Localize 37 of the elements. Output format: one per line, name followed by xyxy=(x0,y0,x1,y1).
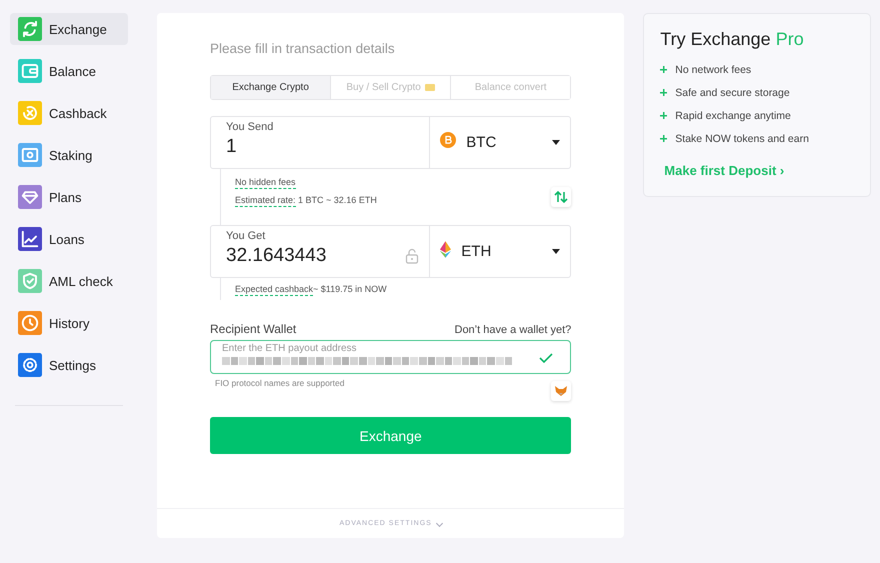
sidebar-item[interactable]: History xyxy=(10,307,128,339)
swap-button[interactable] xyxy=(551,187,572,207)
plus-icon xyxy=(660,135,668,142)
plus-icon xyxy=(660,89,668,96)
currency-dropdown[interactable]: BTC xyxy=(430,117,570,168)
hint-text: FIO protocol names are supported xyxy=(215,378,344,388)
sidebar-item[interactable]: Loans xyxy=(10,223,128,255)
fox-button[interactable] xyxy=(551,381,572,401)
form-heading: Please fill in transaction details xyxy=(210,41,396,56)
send-amount-field[interactable]: You Send 1 xyxy=(211,117,430,168)
currency-dropdown[interactable]: ETH xyxy=(430,226,570,277)
sidebar-item[interactable]: Staking xyxy=(10,139,128,171)
sidebar-item[interactable]: Settings xyxy=(10,349,128,381)
plus-icon xyxy=(660,66,668,73)
sidebar-item[interactable]: Plans xyxy=(10,181,128,213)
caret-icon xyxy=(552,140,560,145)
sidebar-item[interactable]: AML check xyxy=(10,265,128,297)
get-amount-field[interactable]: You Get 32.1643443 xyxy=(211,226,430,277)
feature-text: Stake NOW tokens and earn xyxy=(675,132,809,144)
feature-text: Safe and secure storage xyxy=(675,86,790,98)
sidebar-item[interactable]: Balance xyxy=(10,55,128,87)
wallet-link[interactable]: Don’t have a wallet yet? xyxy=(454,324,572,336)
promo-title: Try Exchange Pro xyxy=(660,29,805,50)
fox-icon xyxy=(554,385,568,397)
swap-icon xyxy=(554,191,568,203)
info-text: No hidden fees xyxy=(235,177,297,187)
sidebar-item[interactable]: Cashback xyxy=(10,97,128,129)
field-label: Recipient Wallet xyxy=(210,322,296,336)
card-icon xyxy=(424,84,435,91)
plus-icon xyxy=(660,112,668,119)
feature-text: No network fees xyxy=(675,64,752,76)
tab[interactable]: Exchange Crypto xyxy=(211,76,332,99)
cashback-text: Expected cashback~ $119.75 in NOW xyxy=(235,284,388,294)
padlock-icon[interactable] xyxy=(405,248,420,264)
feature-text: Rapid exchange anytime xyxy=(675,110,791,122)
caret-icon xyxy=(552,249,560,254)
sidebar-item[interactable]: Exchange xyxy=(10,13,128,45)
